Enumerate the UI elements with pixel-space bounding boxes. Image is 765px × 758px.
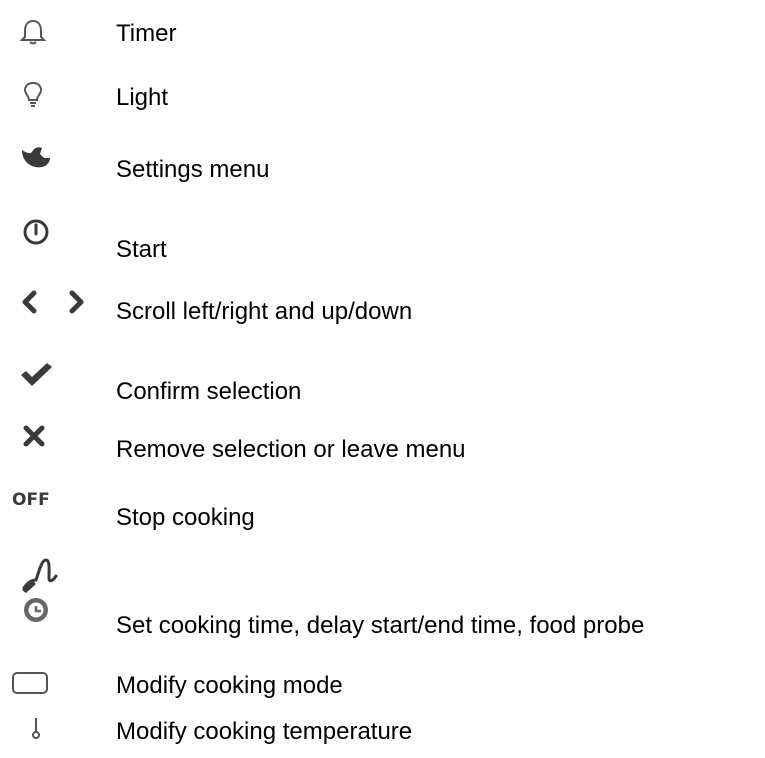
legend-label: Remove selection or leave menu [116,436,466,463]
legend-label: Stop cooking [116,504,255,531]
off-icon-text: OFF [12,490,50,510]
legend-row-scroll: Scroll left/right and up/down [0,288,765,338]
legend-label: Timer [116,20,177,47]
legend-label: Scroll left/right and up/down [116,298,413,325]
legend-label: Settings menu [116,156,270,183]
legend-label: Light [116,84,169,111]
off-icon: OFF [12,490,50,510]
legend-label: Modify cooking mode [116,672,343,699]
legend-row-start: Start [0,218,765,268]
legend-label: Start [116,236,167,263]
legend-row-mode: Modify cooking mode [0,670,765,710]
food-probe-clock-icon [18,556,74,626]
legend-row-confirm: Confirm selection [0,360,765,410]
legend-row-remove: Remove selection or leave menu [0,424,765,474]
bell-icon [20,18,46,46]
legend-label: Set cooking time, delay start/end time, … [116,612,645,639]
chevron-left-right-icon [20,290,100,314]
legend-row-light: Light [0,78,765,118]
light-bulb-icon [22,80,44,110]
close-icon [22,424,46,448]
checkmark-icon [18,360,54,388]
cooking-mode-icon [10,670,52,698]
legend-row-temperature: Modify cooking temperature [0,714,765,754]
legend-row-timer: Timer [0,14,765,54]
legend-row-cooking-time: Set cooking time, delay start/end time, … [0,556,765,642]
legend-label: Confirm selection [116,378,302,405]
legend-row-settings: Settings menu [0,140,765,190]
wrench-icon [18,142,52,172]
thermometer-icon [30,716,42,742]
legend-label: Modify cooking temperature [116,718,413,745]
power-icon [22,218,50,246]
legend-row-stop: OFF Stop cooking [0,490,765,540]
